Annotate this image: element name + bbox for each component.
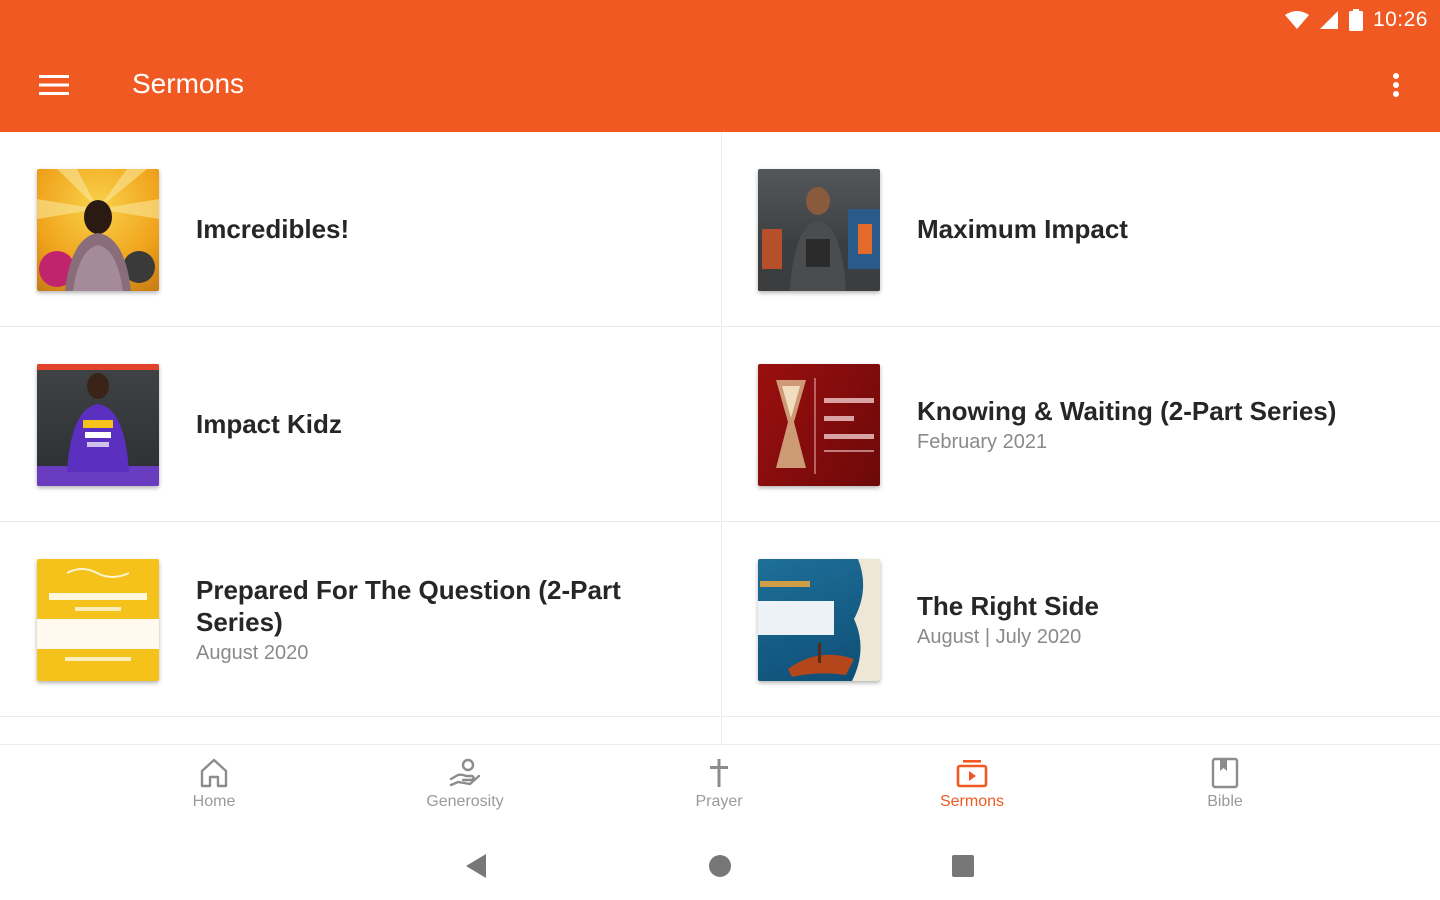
hamburger-menu-icon [39, 75, 69, 95]
top-app-bar: 10:26 Sermons [0, 0, 1440, 132]
sermon-text: The Right Side August | July 2020 [917, 522, 1381, 716]
sermon-text: Maximum Impact [917, 132, 1381, 326]
cell-signal-icon [1319, 10, 1339, 30]
bottom-navigation: Home Generosity Prayer Sermons Bible [0, 744, 1440, 830]
sermon-title: Knowing & Waiting (2-Part Series) [917, 395, 1337, 426]
sermon-card-imcredibles[interactable]: Imcredibles! [0, 132, 720, 327]
sermon-card-maximum-impact[interactable]: Maximum Impact [721, 132, 1440, 327]
nav-item-label: Generosity [426, 793, 504, 810]
sermon-text: Imcredibles! [196, 132, 660, 326]
nav-item-label: Bible [1207, 793, 1243, 810]
back-icon [466, 854, 486, 878]
sermon-thumbnail [758, 364, 880, 486]
nav-item-generosity[interactable]: Generosity [390, 757, 540, 823]
sermon-card-prepared-question[interactable]: Prepared For The Question (2-Part Series… [0, 522, 720, 717]
nav-item-home[interactable]: Home [139, 757, 289, 823]
sermon-thumbnail [37, 559, 159, 681]
sermon-card-impact-kidz[interactable]: Impact Kidz [0, 327, 720, 522]
sermon-date: August | July 2020 [917, 625, 1082, 648]
nav-item-label: Prayer [695, 793, 743, 810]
sermon-thumbnail [37, 364, 159, 486]
nav-item-prayer[interactable]: Prayer [644, 757, 794, 823]
sermon-title: Imcredibles! [196, 214, 350, 244]
recents-square-icon [952, 855, 974, 877]
home-circle-icon [709, 855, 731, 877]
system-navigation-bar [0, 830, 1440, 900]
more-vert-icon [1393, 73, 1399, 97]
sermon-card-knowing-waiting[interactable]: Knowing & Waiting (2-Part Series) Februa… [721, 327, 1440, 522]
cross-icon [710, 759, 728, 787]
status-time: 10:26 [1372, 8, 1428, 31]
giving-hand-icon [449, 758, 481, 787]
nav-item-bible[interactable]: Bible [1150, 757, 1300, 823]
sermon-text: Knowing & Waiting (2-Part Series) Februa… [917, 327, 1381, 521]
system-back-button[interactable] [461, 850, 493, 882]
sermon-title: Maximum Impact [917, 214, 1128, 244]
sermon-text: Impact Kidz [196, 327, 660, 521]
sermon-grid: Imcredibles! Maximum Impact Impact Kidz … [0, 132, 1440, 744]
battery-icon [1348, 9, 1363, 31]
nav-item-sermons[interactable]: Sermons [897, 757, 1047, 823]
video-play-icon [956, 760, 988, 788]
system-recents-button[interactable] [947, 850, 979, 882]
sermon-date: February 2021 [917, 430, 1048, 453]
sermon-card-the-right-side[interactable]: The Right Side August | July 2020 [721, 522, 1440, 717]
sermon-text: Prepared For The Question (2-Part Series… [196, 522, 660, 716]
sermon-thumbnail [758, 559, 880, 681]
book-icon [1211, 757, 1239, 789]
overflow-menu-button[interactable] [1378, 64, 1414, 106]
wifi-icon [1284, 10, 1309, 30]
hamburger-menu-button[interactable] [30, 64, 78, 106]
nav-item-label: Home [192, 793, 236, 810]
page-title: Sermons [132, 68, 245, 99]
system-home-button[interactable] [704, 850, 736, 882]
sermon-thumbnail [37, 169, 159, 291]
app-screen: 10:26 Sermons Imcredibles! Maximum Impac… [0, 0, 1440, 900]
sermon-title: The Right Side [917, 590, 1099, 621]
status-bar: 10:26 [1284, 6, 1428, 34]
sermon-thumbnail [758, 169, 880, 291]
home-icon [200, 758, 228, 788]
sermon-title: Prepared For The Question (2-Part Series… [196, 574, 621, 637]
sermon-title: Impact Kidz [196, 409, 342, 439]
nav-item-label: Sermons [939, 793, 1005, 810]
sermon-date: August 2020 [196, 641, 309, 664]
